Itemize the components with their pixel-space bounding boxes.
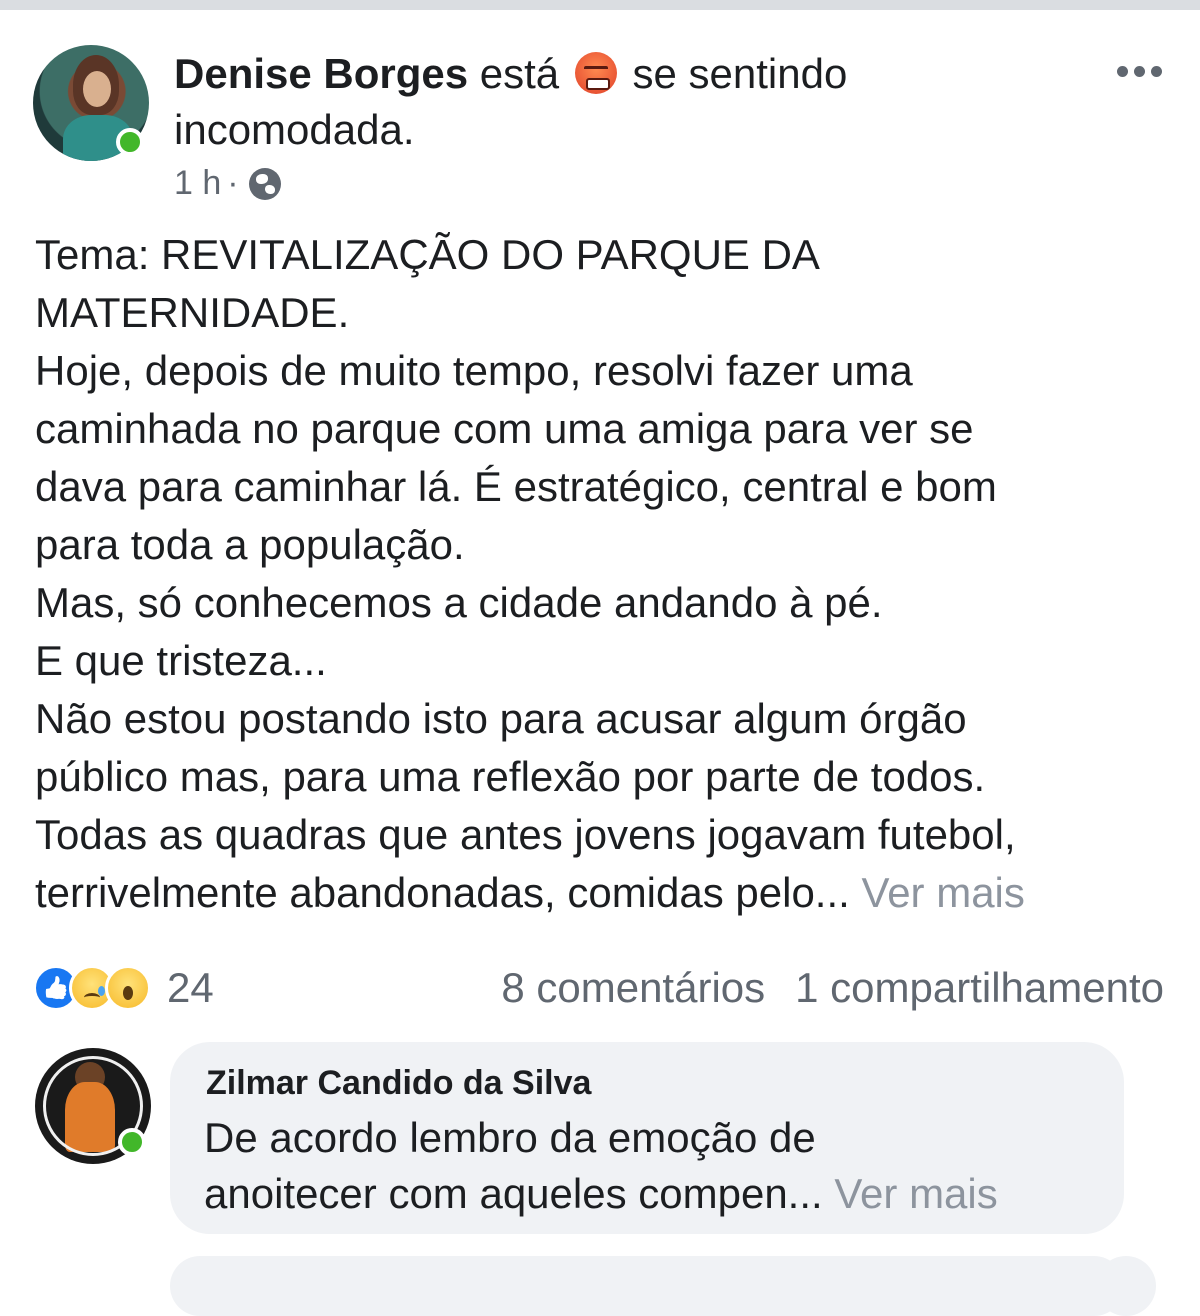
- online-status-dot: [116, 128, 144, 156]
- avatar-face: [83, 71, 111, 107]
- meta-separator: ·: [227, 164, 239, 202]
- top-divider: [0, 0, 1200, 10]
- body-line: Não estou postando isto para acusar algu…: [35, 695, 967, 742]
- feeling-line2[interactable]: incomodada.: [174, 104, 415, 156]
- see-more-link[interactable]: Ver mais: [862, 869, 1025, 916]
- comment-bubble[interactable]: Zilmar Candido da Silva De acordo lembro…: [170, 1042, 1124, 1234]
- reactions-summary[interactable]: 24: [33, 962, 214, 1014]
- body-line-last: terrivelmente abandonadas, comidas pelo.…: [35, 864, 1175, 922]
- next-comment-stub: [1096, 1256, 1156, 1316]
- post-timestamp[interactable]: 1 h: [174, 164, 221, 203]
- reaction-count: 24: [167, 964, 214, 1011]
- body-line: MATERNIDADE.: [35, 289, 350, 336]
- comment-line: De acordo lembro da emoção de: [204, 1114, 816, 1161]
- comment-see-more-link[interactable]: Ver mais: [834, 1170, 997, 1217]
- author-name[interactable]: Denise Borges: [174, 50, 468, 97]
- angry-emoji-icon: [574, 52, 617, 94]
- feeling-prefix: está: [479, 50, 560, 97]
- comment-line-text: anoitecer com aqueles compen...: [204, 1170, 823, 1217]
- body-line: público mas, para uma reflexão por parte…: [35, 753, 986, 800]
- body-line: para toda a população.: [35, 521, 465, 568]
- post-meta: 1 h ·: [174, 164, 281, 203]
- more-dot: [1117, 66, 1128, 77]
- more-options-icon[interactable]: [1117, 66, 1162, 77]
- body-line: dava para caminhar lá. É estratégico, ce…: [35, 463, 997, 510]
- body-line: Mas, só conhecemos a cidade andando à pé…: [35, 579, 883, 626]
- more-dot: [1134, 66, 1145, 77]
- body-line: Hoje, depois de muito tempo, resolvi faz…: [35, 347, 913, 394]
- next-comment-bubble[interactable]: [170, 1256, 1124, 1316]
- wow-icon: [105, 965, 151, 1011]
- body-line: Todas as quadras que antes jovens jogava…: [35, 811, 1016, 858]
- more-dot: [1151, 66, 1162, 77]
- post-header: Denise Borges está se sentindo: [174, 48, 847, 100]
- body-line: Tema: REVITALIZAÇÃO DO PARQUE DA: [35, 231, 820, 278]
- engagement-stats: 8 comentários 1 compartilhamento: [501, 962, 1164, 1014]
- post-body: Tema: REVITALIZAÇÃO DO PARQUE DA MATERNI…: [35, 226, 1175, 922]
- commenter-name[interactable]: Zilmar Candido da Silva: [206, 1064, 591, 1103]
- feeling-text[interactable]: se sentindo: [633, 50, 848, 97]
- comments-count-link[interactable]: 8 comentários: [501, 964, 765, 1012]
- body-line: caminhada no parque com uma amiga para v…: [35, 405, 974, 452]
- comment-text: De acordo lembro da emoção de anoitecer …: [204, 1110, 1104, 1222]
- body-line-text: terrivelmente abandonadas, comidas pelo.…: [35, 869, 850, 916]
- shares-count-link[interactable]: 1 compartilhamento: [795, 964, 1164, 1012]
- commenter-online-dot: [118, 1128, 146, 1156]
- body-line: E que tristeza...: [35, 637, 327, 684]
- globe-icon[interactable]: [248, 167, 281, 200]
- comment-line-last: anoitecer com aqueles compen... Ver mais: [204, 1166, 1104, 1222]
